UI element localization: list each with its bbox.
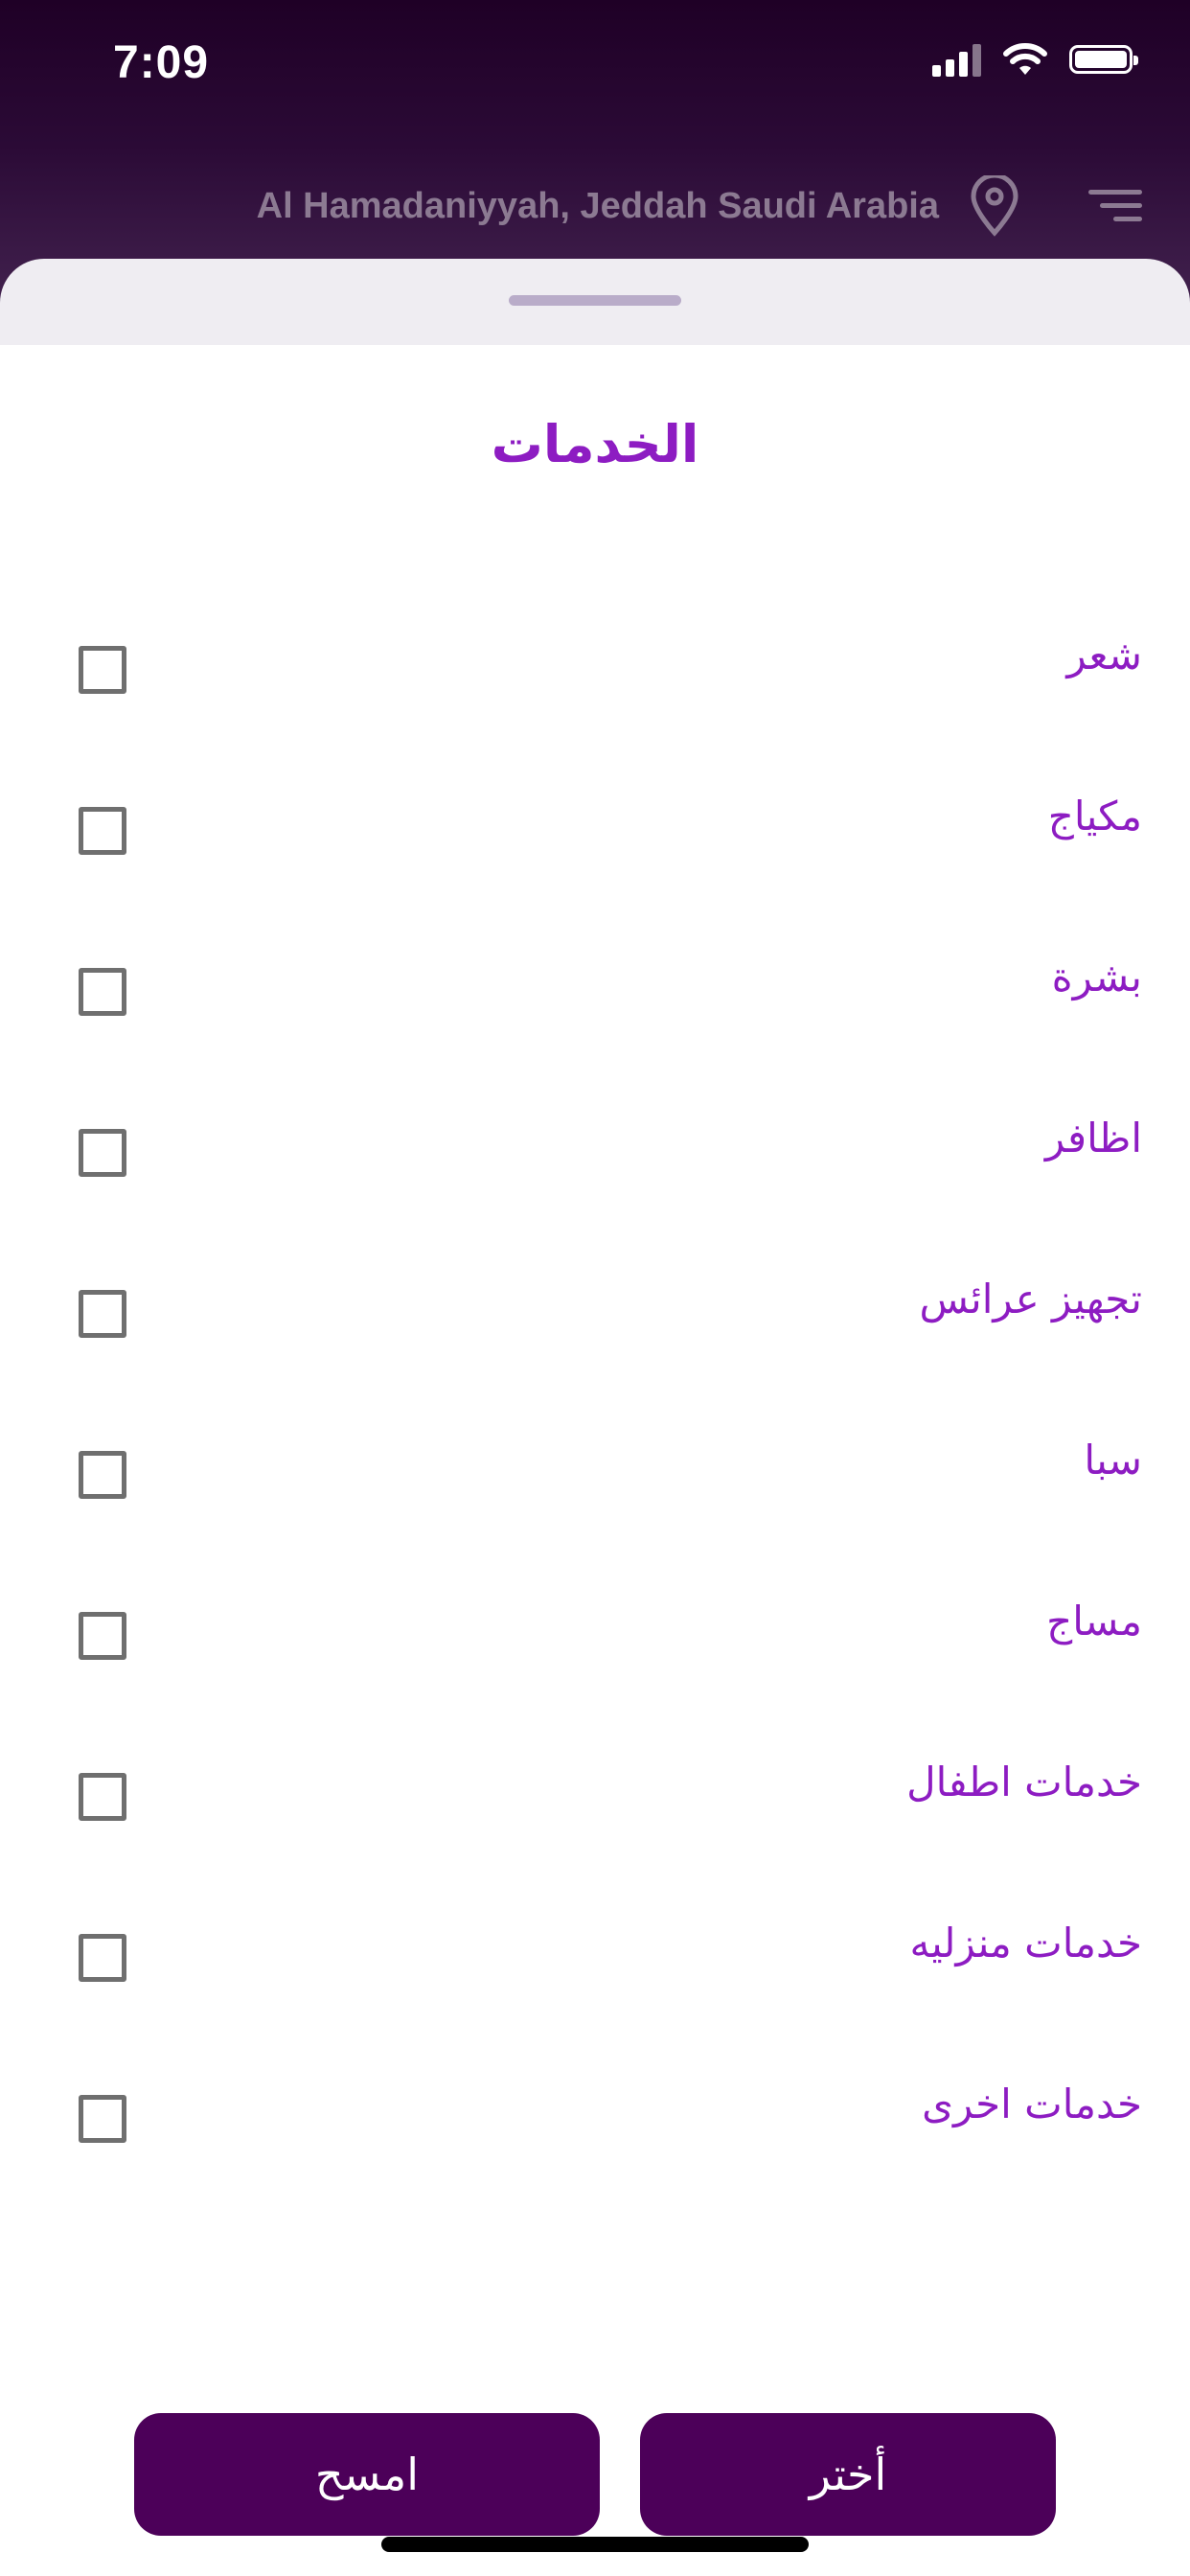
checkbox[interactable] (79, 2095, 126, 2143)
service-option[interactable]: اظافر (0, 1072, 1190, 1233)
select-button[interactable]: أختر (640, 2413, 1056, 2536)
battery-icon (1069, 45, 1138, 74)
checkbox[interactable] (79, 1934, 126, 1982)
checkbox[interactable] (79, 1612, 126, 1660)
sheet-title: الخدمات (491, 414, 699, 474)
cellular-signal-icon (932, 42, 981, 77)
service-label: سبا (1084, 1437, 1142, 1484)
checkbox[interactable] (79, 646, 126, 694)
location-text[interactable]: Al Hamadaniyyah, Jeddah Saudi Arabia (257, 186, 939, 227)
service-option[interactable]: مكياج (0, 750, 1190, 911)
checkbox[interactable] (79, 1290, 126, 1338)
checkbox[interactable] (79, 807, 126, 855)
filter-menu-icon[interactable] (1088, 184, 1142, 228)
service-option[interactable]: تجهيز عرائس (0, 1233, 1190, 1394)
service-label: مساج (1046, 1598, 1142, 1644)
service-option[interactable]: بشرة (0, 911, 1190, 1072)
services-list: شعر مكياج بشرة اظافر تجهيز عرائس سبا مسا… (0, 589, 1190, 2199)
checkbox[interactable] (79, 1773, 126, 1821)
checkbox[interactable] (79, 1129, 126, 1177)
service-option[interactable]: خدمات اخرى (0, 2038, 1190, 2199)
service-option[interactable]: شعر (0, 589, 1190, 750)
location-pin-icon[interactable] (968, 175, 1021, 237)
header-bar: Al Hamadaniyyah, Jeddah Saudi Arabia (96, 172, 1142, 240)
clear-button[interactable]: امسح (134, 2413, 600, 2536)
service-label: مكياج (1047, 793, 1142, 840)
status-time: 7:09 (113, 37, 210, 88)
service-label: بشرة (1051, 954, 1142, 1000)
service-option[interactable]: سبا (0, 1394, 1190, 1555)
service-option[interactable]: خدمات اطفال (0, 1716, 1190, 1877)
service-label: اظافر (1044, 1115, 1142, 1162)
service-label: خدمات منزليه (909, 1920, 1142, 1966)
service-option[interactable]: مساج (0, 1555, 1190, 1716)
service-option[interactable]: خدمات منزليه (0, 1877, 1190, 2038)
checkbox[interactable] (79, 1451, 126, 1499)
service-label: تجهيز عرائس (919, 1276, 1143, 1322)
status-icons (932, 42, 1138, 77)
service-label: خدمات اخرى (922, 2081, 1142, 2128)
checkbox[interactable] (79, 968, 126, 1016)
service-label: خدمات اطفال (906, 1759, 1142, 1806)
service-label: شعر (1066, 632, 1142, 678)
sheet-grabber-handle[interactable] (509, 295, 681, 306)
home-indicator (381, 2537, 809, 2552)
wifi-icon (1003, 43, 1047, 75)
